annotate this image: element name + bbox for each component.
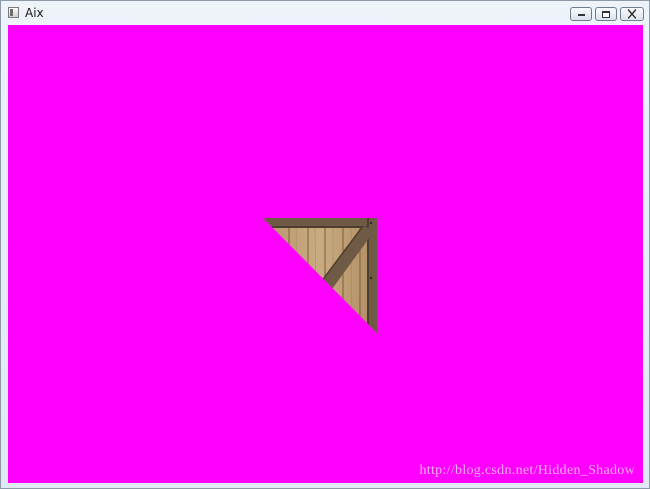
app-window: Aix http://blog.csdn.net/Hidden_Shadow	[0, 0, 650, 489]
close-button[interactable]	[620, 7, 644, 21]
maximize-button[interactable]	[595, 7, 617, 21]
app-window-icon[interactable]	[8, 7, 19, 18]
close-icon	[626, 8, 638, 20]
window-title: Aix	[25, 6, 44, 20]
watermark-text: http://blog.csdn.net/Hidden_Shadow	[419, 463, 635, 478]
render-viewport[interactable]: http://blog.csdn.net/Hidden_Shadow	[8, 25, 643, 483]
caption-buttons	[570, 7, 644, 21]
title-bar[interactable]: Aix	[1, 1, 649, 25]
textured-triangle	[263, 218, 377, 333]
minimize-button[interactable]	[570, 7, 592, 21]
